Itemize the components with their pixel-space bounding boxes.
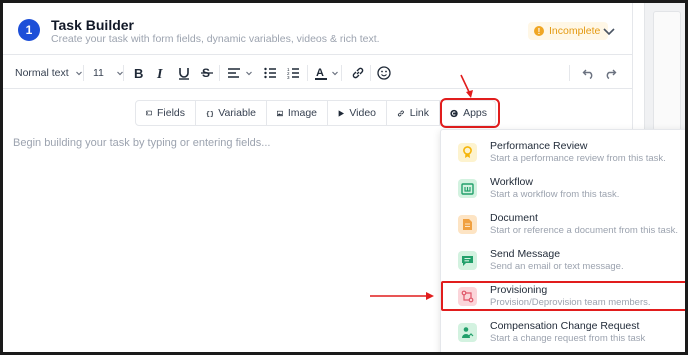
bold-icon: B — [134, 66, 143, 80]
annotation-arrow-right — [370, 292, 434, 300]
align-icon — [228, 68, 240, 78]
menu-item-title: Document — [490, 212, 538, 224]
numbered-list-button[interactable]: 123 — [287, 63, 300, 83]
chevron-down-icon — [75, 71, 82, 76]
insert-fields-label: Fields — [156, 107, 185, 119]
side-panel-card — [653, 11, 681, 131]
insert-variable-button[interactable]: {} Variable — [196, 101, 267, 125]
message-icon — [458, 251, 477, 270]
bullet-list-button[interactable] — [264, 63, 277, 83]
svg-text:3: 3 — [287, 75, 290, 79]
annotation-arrow-down — [460, 74, 473, 98]
bold-button[interactable]: B — [133, 63, 145, 83]
warning-icon: ! — [534, 26, 544, 36]
text-color-button[interactable]: A — [315, 63, 339, 83]
menu-item-send-message[interactable]: Send Message Send an email or text messa… — [441, 244, 685, 280]
toolbar-separator — [370, 65, 371, 81]
align-button[interactable] — [227, 63, 253, 83]
svg-text:A: A — [316, 67, 324, 79]
insert-image-label: Image — [287, 107, 317, 119]
link-icon — [352, 67, 364, 79]
toolbar-separator — [307, 65, 308, 81]
chevron-down-icon — [246, 71, 252, 76]
toolbar-separator — [123, 65, 124, 81]
font-size-select[interactable]: 11 — [93, 63, 124, 83]
workflow-icon — [458, 179, 477, 198]
menu-item-workflow[interactable]: Workflow Start a workflow from this task… — [441, 172, 685, 208]
bullet-list-icon — [264, 67, 276, 79]
insert-video-button[interactable]: Video — [328, 101, 387, 125]
svg-text:B: B — [134, 66, 143, 80]
toolbar-divider — [3, 88, 633, 89]
underline-icon — [179, 68, 189, 80]
insert-link-button[interactable] — [351, 63, 365, 83]
menu-item-description: Start a performance review from this tas… — [490, 153, 666, 164]
document-icon — [458, 215, 477, 234]
menu-item-compensation-change-request[interactable]: Compensation Change Request Start a chan… — [441, 316, 685, 352]
apps-dropdown-menu: Performance Review Start a performance r… — [440, 129, 685, 352]
redo-icon — [606, 69, 617, 79]
insert-link-label: Link — [409, 107, 429, 119]
collapse-chevron-icon[interactable] — [601, 23, 617, 39]
svg-text:{}: {} — [206, 109, 213, 117]
apps-annotation-box — [440, 98, 500, 128]
redo-button[interactable] — [604, 63, 617, 83]
insert-image-button[interactable]: Image — [267, 101, 328, 125]
menu-item-description: Start a workflow from this task. — [490, 189, 620, 200]
status-label: Incomplete — [549, 25, 601, 37]
text-color-icon: A — [315, 67, 327, 80]
video-icon — [338, 109, 345, 117]
emoji-button[interactable] — [377, 63, 391, 83]
toolbar-separator — [83, 65, 84, 81]
paragraph-style-label: Normal text — [15, 67, 69, 79]
toolbar-separator — [219, 65, 220, 81]
toolbar-separator — [341, 65, 342, 81]
strikethrough-button[interactable]: S — [201, 63, 213, 83]
insert-variable-label: Variable — [218, 107, 256, 119]
menu-item-title: Workflow — [490, 176, 533, 188]
strikethrough-icon: S — [201, 66, 213, 80]
provisioning-annotation-box — [441, 281, 685, 311]
undo-button[interactable] — [582, 63, 595, 83]
step-number-badge: 1 — [18, 19, 40, 41]
numbered-list-icon: 123 — [287, 67, 299, 79]
svg-text:I: I — [156, 67, 163, 80]
menu-item-title: Compensation Change Request — [490, 320, 640, 332]
paragraph-style-select[interactable]: Normal text — [15, 63, 83, 83]
page-subtitle: Create your task with form fields, dynam… — [51, 33, 380, 45]
menu-item-title: Send Message — [490, 248, 561, 260]
menu-item-document[interactable]: Document Start or reference a document f… — [441, 208, 685, 244]
italic-icon: I — [156, 67, 163, 80]
header-divider — [3, 54, 633, 55]
insert-link-button[interactable]: Link — [387, 101, 440, 125]
emoji-icon — [377, 66, 391, 80]
app-window: 1 Task Builder Create your task with for… — [0, 0, 688, 355]
undo-icon — [582, 69, 593, 79]
variable-icon: {} — [206, 109, 213, 117]
award-icon — [458, 143, 477, 162]
chevron-down-icon — [332, 71, 338, 76]
insert-video-label: Video — [349, 107, 376, 119]
menu-item-performance-review[interactable]: Performance Review Start a performance r… — [441, 136, 685, 172]
toolbar-separator — [569, 65, 570, 81]
underline-button[interactable] — [178, 63, 190, 83]
font-size-label: 11 — [93, 67, 104, 79]
image-icon — [277, 110, 283, 116]
menu-item-description: Send an email or text message. — [490, 261, 624, 272]
compensation-icon — [458, 323, 477, 342]
insert-fields-button[interactable]: Fields — [136, 101, 196, 125]
menu-item-description: Start a change request from this task — [490, 333, 646, 344]
editor-placeholder[interactable]: Begin building your task by typing or en… — [13, 137, 270, 149]
status-badge: ! Incomplete — [528, 22, 609, 40]
italic-button[interactable]: I — [156, 63, 166, 83]
page-title: Task Builder — [51, 17, 134, 33]
fields-icon — [146, 110, 152, 116]
menu-item-description: Start or reference a document from this … — [490, 225, 678, 236]
link-icon — [397, 110, 404, 116]
menu-item-title: Performance Review — [490, 140, 588, 152]
